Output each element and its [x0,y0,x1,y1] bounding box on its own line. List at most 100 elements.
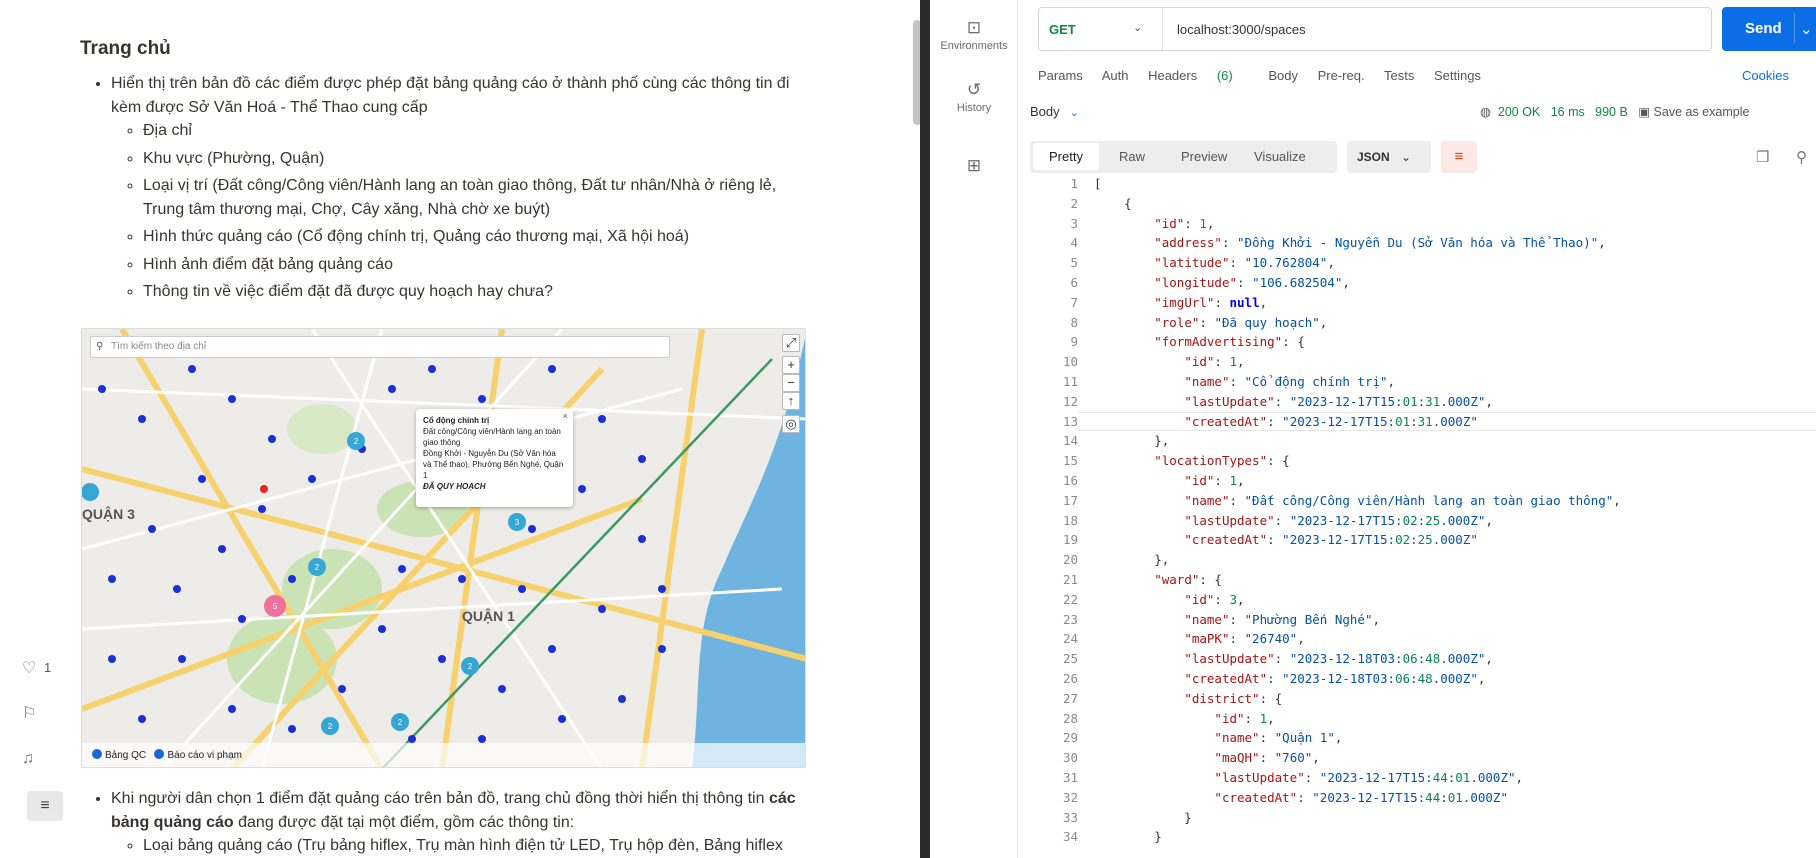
line-number: 21 [1062,572,1078,587]
add-apps-icon: ⊞ [966,156,982,175]
panel-divider[interactable] [920,0,930,858]
code-line: "id": 1, [1214,710,1275,726]
code-line: "imgUrl": null, [1154,294,1268,310]
svg-text:2: 2 [354,437,359,446]
code-line: "formAdvertising": { [1154,334,1305,350]
heart-icon[interactable]: ♡ [22,658,36,678]
bullet-billboard-info: Khi người dân chọn 1 điểm đặt quảng cáo … [111,787,815,858]
chevron-down-icon: ⌄ [1069,107,1079,119]
sub-item-planning: Thông tin về việc điểm đặt đã được quy h… [143,280,815,304]
line-number: 32 [1062,789,1078,805]
tab-tests[interactable]: Tests [1384,68,1414,83]
sub-item-area: Khu vực (Phường, Quận) [143,147,815,171]
fullscreen-icon[interactable]: ⤢ [782,334,800,352]
map-label-q1: QUẬN 1 [462,607,515,624]
svg-text:3: 3 [515,518,520,527]
code-line: "name": "Phường Bến Nghé", [1184,611,1380,627]
code-line: "id": 3, [1184,591,1245,607]
code-line: "name": "Cổ động chính trị", [1184,374,1396,389]
wrap-lines-icon[interactable]: ≡ [1441,141,1477,173]
code-line: "district": { [1184,690,1283,706]
document-content-lower: Khi người dân chọn 1 điểm đặt quảng cáo … [80,787,815,858]
code-line: "createdAt": "2023-12-18T03:06:48.000Z", [1184,671,1486,686]
rail-apps[interactable]: ⊞ [930,156,1018,178]
send-button[interactable]: Send ⌄ [1722,7,1816,51]
tab-params[interactable]: Params [1038,68,1083,83]
code-line: "lastUpdate": "2023-12-17T15:01:31.000Z"… [1184,393,1493,409]
svg-text:5: 5 [273,602,278,611]
format-select[interactable]: JSON ⌄ [1347,141,1431,173]
line-number: 2 [1070,195,1078,211]
response-body-select[interactable]: Body ⌄ [1030,104,1079,119]
search-icon[interactable]: ⚲ [1796,148,1807,166]
line-number: 3 [1070,215,1078,231]
tab-preview[interactable]: Preview [1181,149,1227,164]
menu-button[interactable]: ≡ [27,791,63,821]
tab-auth[interactable]: Auth [1102,68,1129,83]
sub-item-ad-form: Hình thức quảng cáo (Cổ động chính trị, … [143,225,815,249]
line-number: 20 [1062,552,1078,568]
line-number: 34 [1062,829,1078,845]
page-title: Trang chủ [80,38,171,59]
list-icon: ≡ [40,797,50,814]
send-dropdown-icon[interactable]: ⌄ [1800,20,1813,38]
legend-dot-icon [92,749,102,759]
tab-visualize[interactable]: Visualize [1254,149,1306,164]
chevron-down-icon: ⌄ [1401,150,1412,164]
close-icon[interactable]: × [563,411,568,422]
line-number: 12 [1062,393,1078,409]
svg-text:2: 2 [315,563,320,572]
compass-icon[interactable]: ↑ [782,392,800,410]
map-image[interactable]: 2322 2225 QUẬN 1 QUẬN 3 ⚲ Tìm kiếm theo … [81,328,806,768]
line-number: 28 [1062,710,1078,726]
like-count: 1 [44,660,52,675]
code-line: "id": 1, [1184,354,1245,370]
popup-address: Đồng Khởi - Nguyễn Du (Sở Văn hóa và Thể… [423,449,564,480]
line-number: 17 [1062,492,1078,508]
response-status: ◍ 200 OK 16 ms 990 B ▣ Save as example [1480,104,1749,119]
request-bar: GET ⌄ localhost:3000/spaces [1038,7,1712,51]
rail-environments[interactable]: ⊡ Environments [930,18,1018,52]
zoom-out-button[interactable]: − [782,374,800,392]
zoom-in-button[interactable]: + [782,356,800,374]
svg-text:2: 2 [468,662,473,671]
code-line: "maQH": "760", [1214,750,1320,766]
save-as-example-button[interactable]: Save as example [1654,105,1750,119]
bell-icon[interactable]: ♫ [22,750,34,768]
tab-headers[interactable]: Headers (6) [1148,68,1249,83]
popup-location-type: Đất công/Công viên/Hành lang an toàn gia… [423,427,561,447]
tab-prereq[interactable]: Pre-req. [1318,68,1365,83]
tab-settings[interactable]: Settings [1434,68,1481,83]
rail-history[interactable]: ↺ History [930,80,1018,114]
method-select[interactable]: GET [1049,22,1076,37]
map-search-input[interactable]: ⚲ Tìm kiếm theo địa chỉ [90,336,670,358]
code-line: "name": "Quận 1", [1214,730,1343,746]
json-response-viewer[interactable]: 1 [2 {3 "id": 1, 4 "address": "Đồng Khởi -… [1018,176,1816,858]
side-rail: ⊡ Environments ↺ History ⊞ [930,0,1018,858]
line-number: 6 [1070,275,1078,290]
line-number: 4 [1070,235,1078,251]
line-number: 24 [1062,631,1078,647]
copy-icon[interactable]: ❐ [1756,148,1769,166]
tab-raw[interactable]: Raw [1119,149,1145,164]
code-line: } [1094,829,1162,845]
code-line: "ward": { [1154,572,1222,587]
cookies-link[interactable]: Cookies [1742,68,1789,83]
response-time: 16 ms [1550,105,1585,119]
code-line: "createdAt": "2023-12-17T15:02:25.000Z" [1184,532,1478,548]
scrollbar[interactable] [913,20,920,125]
chevron-down-icon[interactable]: ⌄ [1133,21,1142,34]
tab-body[interactable]: Body [1268,68,1298,83]
url-input[interactable]: localhost:3000/spaces [1177,22,1306,37]
sub-item-billboard-type: Loại bảng quảng cáo (Trụ bảng hiflex, Tr… [143,834,815,858]
line-number: 22 [1062,591,1078,607]
search-icon: ⚲ [96,341,104,352]
line-number: 31 [1062,770,1078,785]
locate-icon[interactable]: ◎ [782,415,800,433]
tab-pretty[interactable]: Pretty [1033,143,1099,170]
map-popup: × Cổ động chính trị Đất công/Công viên/H… [416,409,573,507]
bullet-map-points: Hiển thị trên bản đồ các điểm được phép … [111,72,815,304]
postman-panel: ⊡ Environments ↺ History ⊞ GET ⌄ localhost… [930,0,1816,858]
bookmark-icon[interactable]: ⚐ [22,703,36,723]
line-number: 16 [1062,473,1078,488]
